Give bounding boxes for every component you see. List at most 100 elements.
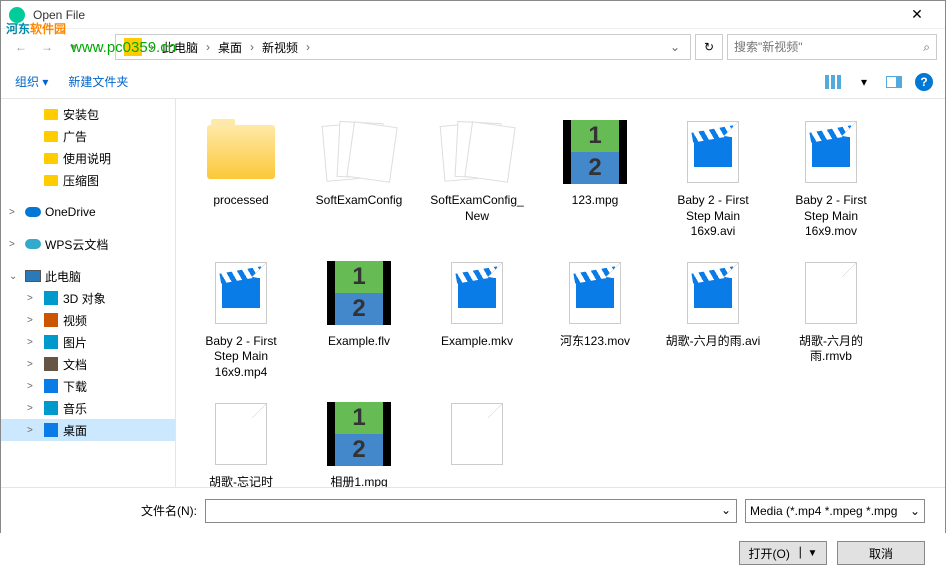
- search-box[interactable]: ⌕: [727, 34, 937, 60]
- file-item[interactable]: 胡歌-六月的雨.rmvb: [778, 252, 884, 385]
- tree-item[interactable]: > OneDrive: [1, 201, 175, 223]
- search-icon: ⌕: [923, 40, 930, 55]
- file-type-filter[interactable]: Media (*.mp4 *.mpeg *.mpg ⌄: [745, 499, 925, 523]
- filename-input[interactable]: [205, 499, 737, 523]
- tree-label: 桌面: [63, 422, 87, 439]
- tree-item[interactable]: 安装包: [1, 103, 175, 125]
- expand-icon[interactable]: >: [27, 425, 39, 436]
- navigation-pane[interactable]: 安装包广告使用说明压缩图>OneDrive>WPS云文档⌄此电脑>3D 对象>视…: [1, 99, 176, 487]
- file-thumbnail: S: [437, 115, 517, 189]
- file-item[interactable]: 12 123.mpg: [542, 111, 648, 244]
- tree-label: 文档: [63, 356, 87, 373]
- tree-item[interactable]: >3D 对象: [1, 287, 175, 309]
- tree-item[interactable]: >下载: [1, 375, 175, 397]
- titlebar: Open File ✕: [1, 1, 945, 29]
- tree-label: 3D 对象: [63, 290, 106, 307]
- main-area: 安装包广告使用说明压缩图>OneDrive>WPS云文档⌄此电脑>3D 对象>视…: [1, 99, 945, 487]
- pc-icon: [25, 268, 41, 284]
- tree-item[interactable]: > 音乐: [1, 397, 175, 419]
- file-thumbnail: [791, 256, 871, 330]
- tree-item[interactable]: ⌄ 此电脑: [1, 265, 175, 287]
- pic-icon: [43, 334, 59, 350]
- file-thumbnail: 12: [319, 397, 399, 471]
- tree-item[interactable]: 广告: [1, 125, 175, 147]
- cancel-button[interactable]: 取消: [837, 541, 925, 565]
- video-icon: [43, 312, 59, 328]
- file-item[interactable]: 12Example.flv: [306, 252, 412, 385]
- file-name: 胡歌-忘记时间.ape: [192, 475, 290, 487]
- chevron-right-icon: ›: [248, 40, 256, 54]
- file-name: SoftExamConfig: [316, 193, 403, 209]
- tree-label: 压缩图: [63, 172, 99, 189]
- chevron-right-icon: ›: [304, 40, 312, 54]
- tree-item[interactable]: > WPS云文档: [1, 233, 175, 255]
- forward-button[interactable]: →: [35, 35, 59, 59]
- file-item[interactable]: 12相册1.mpg: [306, 393, 412, 487]
- expand-icon[interactable]: >: [27, 359, 39, 370]
- file-item[interactable]: 河东123.mov: [542, 252, 648, 385]
- new-folder-button[interactable]: 新建文件夹: [64, 69, 132, 94]
- file-item[interactable]: 胡歌-六月的雨.avi: [660, 252, 766, 385]
- file-item[interactable]: SSoftExamConfig: [306, 111, 412, 244]
- file-name: SoftExamConfig_New: [428, 193, 526, 224]
- breadcrumb-item[interactable]: 新视频: [258, 37, 302, 58]
- file-item[interactable]: Baby 2 - First Step Main 16x9.mov: [778, 111, 884, 244]
- file-item[interactable]: [424, 393, 530, 487]
- tree-item[interactable]: > 桌面: [1, 419, 175, 441]
- breadcrumb-item[interactable]: 桌面: [214, 37, 246, 58]
- file-name: 胡歌-六月的雨.rmvb: [782, 334, 880, 365]
- search-input[interactable]: [734, 40, 923, 54]
- onedrive-icon: [25, 204, 41, 220]
- expand-icon[interactable]: >: [9, 239, 21, 250]
- tree-label: WPS云文档: [45, 236, 108, 253]
- file-thumbnail: [201, 115, 281, 189]
- watermark-url: www.pc0359.cn: [71, 39, 176, 56]
- preview-pane-button[interactable]: [883, 71, 905, 93]
- file-thumbnail: 12: [319, 256, 399, 330]
- breadcrumb-bar[interactable]: › 此电脑 › 桌面 › 新视频 › ⌄: [115, 34, 691, 60]
- tree-label: 此电脑: [45, 268, 81, 285]
- help-button[interactable]: ?: [913, 71, 935, 93]
- tree-item[interactable]: 使用说明: [1, 147, 175, 169]
- file-item[interactable]: processed: [188, 111, 294, 244]
- desktop-icon: [43, 422, 59, 438]
- refresh-button[interactable]: ↻: [695, 34, 723, 60]
- file-item[interactable]: Baby 2 - First Step Main 16x9.mp4: [188, 252, 294, 385]
- expand-icon[interactable]: >: [27, 293, 39, 304]
- tree-label: 音乐: [63, 400, 87, 417]
- wps-icon: [25, 236, 41, 252]
- expand-icon[interactable]: >: [27, 337, 39, 348]
- close-button[interactable]: ✕: [897, 3, 937, 27]
- file-item[interactable]: S SoftExamConfig_New: [424, 111, 530, 244]
- tree-item[interactable]: 压缩图: [1, 169, 175, 191]
- file-name: processed: [213, 193, 268, 209]
- filename-dropdown[interactable]: ⌄: [721, 503, 731, 517]
- expand-icon[interactable]: >: [27, 315, 39, 326]
- tree-item[interactable]: >视频: [1, 309, 175, 331]
- file-name: 123.mpg: [572, 193, 619, 209]
- file-name: 胡歌-六月的雨.avi: [666, 334, 761, 350]
- expand-icon[interactable]: >: [27, 403, 39, 414]
- expand-icon[interactable]: >: [27, 381, 39, 392]
- view-mode-button[interactable]: [823, 71, 845, 93]
- file-item[interactable]: 胡歌-忘记时间.ape: [188, 393, 294, 487]
- breadcrumb-dropdown[interactable]: ⌄: [664, 40, 686, 54]
- file-item[interactable]: Example.mkv: [424, 252, 530, 385]
- view-dropdown[interactable]: ▾: [853, 71, 875, 93]
- open-button[interactable]: 打开(O)▏▼: [739, 541, 827, 565]
- file-item[interactable]: Baby 2 - First Step Main 16x9.avi: [660, 111, 766, 244]
- tree-item[interactable]: > 文档: [1, 353, 175, 375]
- tree-label: OneDrive: [45, 205, 96, 219]
- file-list[interactable]: processed SSoftExamConfig S SoftExamConfig_…: [176, 99, 945, 487]
- organize-button[interactable]: 组织 ▾: [11, 69, 52, 94]
- expand-icon[interactable]: ⌄: [9, 271, 21, 282]
- file-name: Baby 2 - First Step Main 16x9.mp4: [192, 334, 290, 381]
- tree-item[interactable]: >图片: [1, 331, 175, 353]
- file-thumbnail: [201, 256, 281, 330]
- back-button[interactable]: ←: [9, 35, 33, 59]
- file-thumbnail: [201, 397, 281, 471]
- chevron-right-icon: ›: [204, 40, 212, 54]
- tree-label: 广告: [63, 128, 87, 145]
- file-thumbnail: 12: [555, 115, 635, 189]
- expand-icon[interactable]: >: [9, 207, 21, 218]
